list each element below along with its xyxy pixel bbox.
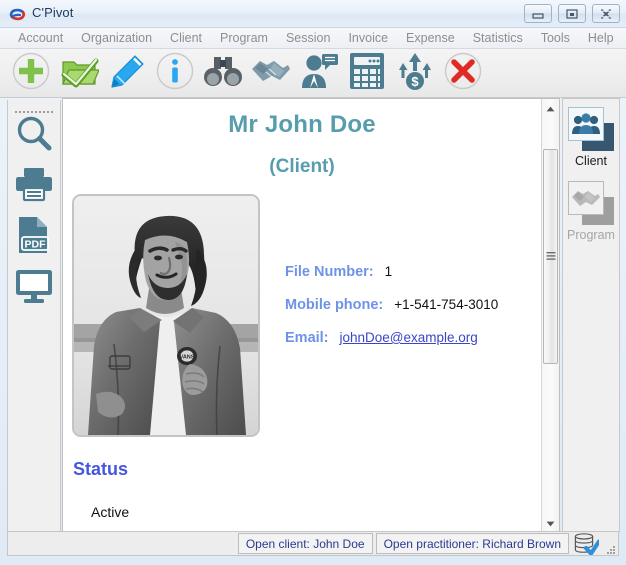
status-bar: Open client: John Doe Open practitioner:… [7,531,619,556]
sidebar-drag-grip[interactable] [15,103,55,113]
minimize-button[interactable] [524,4,552,23]
delete-x-icon [443,51,483,96]
toolbar-session-button[interactable] [295,50,343,96]
menu-item-tools[interactable]: Tools [532,30,579,47]
sidebar-item-search[interactable] [8,109,60,161]
menu-item-organization[interactable]: Organization [72,30,161,47]
pdf-icon: PDF [15,215,53,260]
left-sidebar: PDF [7,100,61,532]
client-photo-image: VANS [74,196,258,435]
right-nav-icon-wrap [568,181,614,225]
page-title: Mr John Doe [228,111,376,138]
client-photo: VANS [72,194,260,437]
toolbar-search-button[interactable] [199,50,247,96]
window-controls [524,4,620,23]
field-file-number: File Number: 1 [285,264,535,280]
field-email: Email: johnDoe@example.org [285,330,535,346]
toolbar-expense-button[interactable]: $ [391,50,439,96]
email-link[interactable]: johnDoe@example.org [340,330,478,345]
sidebar-item-preview[interactable] [8,262,60,314]
person-chat-icon [299,52,339,95]
scroll-up-button[interactable] [542,99,559,116]
database-ok-icon[interactable] [572,532,600,555]
field-label: File Number: [285,264,374,280]
toolbar-invoice-button[interactable] [343,50,391,96]
right-nav-item-program[interactable]: Program [563,181,619,242]
chevron-up-icon [546,99,555,117]
handshake-icon [250,55,292,92]
content-panel: Mr John Doe (Client) VANS File Number: 1… [62,98,560,532]
toolbar-program-button[interactable] [247,50,295,96]
sidebar-item-export-pdf[interactable]: PDF [8,211,60,263]
app-window: C'Pivot Account Organization Client Prog… [0,0,626,565]
resize-grip-icon[interactable] [604,542,616,554]
menu-item-client[interactable]: Client [161,30,211,47]
client-detail-view: Mr John Doe (Client) VANS File Number: 1… [63,99,541,531]
open-folder-icon [59,53,100,94]
window-title: C'Pivot [32,5,74,20]
content-vertical-scrollbar[interactable] [541,99,559,531]
menu-bar: Account Organization Client Program Sess… [0,28,626,49]
client-fields: File Number: 1 Mobile phone: +1-541-754-… [285,264,535,363]
menu-item-invoice[interactable]: Invoice [339,30,397,47]
status-open-practitioner: Open practitioner: Richard Brown [375,533,569,554]
status-open-client: Open client: John Doe [237,533,373,554]
right-nav-panel: Client Program [562,98,620,532]
menu-item-session[interactable]: Session [277,30,339,47]
scrollbar-thumb[interactable] [543,149,558,364]
scrollbar-grip-icon [546,248,555,266]
status-value: Active [91,504,130,520]
cpivot-logo-swirl-icon [9,6,26,23]
sidebar-item-print[interactable] [8,160,60,212]
edit-pencil-icon [107,51,147,96]
toolbar: $ [0,49,626,98]
menu-item-statistics[interactable]: Statistics [464,30,532,47]
svg-text:$: $ [411,74,419,89]
toolbar-edit-button[interactable] [103,50,151,96]
toolbar-open-button[interactable] [55,50,103,96]
right-nav-icon-wrap [568,107,614,151]
magnifier-icon [14,113,54,158]
chevron-down-icon [546,514,555,532]
right-nav-label: Program [567,228,615,242]
menu-item-expense[interactable]: Expense [397,30,464,47]
binoculars-icon [202,53,244,94]
clients-group-icon [568,107,604,141]
add-icon [11,51,51,96]
menu-item-program[interactable]: Program [211,30,277,47]
field-value: +1-541-754-3010 [394,297,499,312]
toolbar-add-button[interactable] [7,50,55,96]
scroll-down-button[interactable] [542,514,559,531]
right-nav-label: Client [575,154,607,168]
status-section-heading: Status [73,459,129,479]
maximize-button[interactable] [558,4,586,23]
field-label: Mobile phone: [285,297,384,313]
menu-item-help[interactable]: Help [579,30,623,47]
info-icon [155,51,195,96]
field-label: Email: [285,330,329,346]
calculator-icon [348,51,386,96]
monitor-icon [14,268,54,309]
handshake-icon [568,181,604,215]
svg-text:PDF: PDF [25,238,47,250]
menu-item-account[interactable]: Account [9,30,72,47]
close-button[interactable] [592,4,620,23]
svg-text:VANS: VANS [180,355,195,361]
toolbar-info-button[interactable] [151,50,199,96]
field-value: 1 [384,264,393,279]
right-nav-item-client[interactable]: Client [563,107,619,168]
title-bar: C'Pivot [0,0,626,28]
field-mobile-phone: Mobile phone: +1-541-754-3010 [285,297,535,313]
page-subtitle: (Client) [269,156,335,177]
money-up-icon: $ [395,51,435,96]
printer-icon [14,166,54,207]
toolbar-delete-button[interactable] [439,50,487,96]
